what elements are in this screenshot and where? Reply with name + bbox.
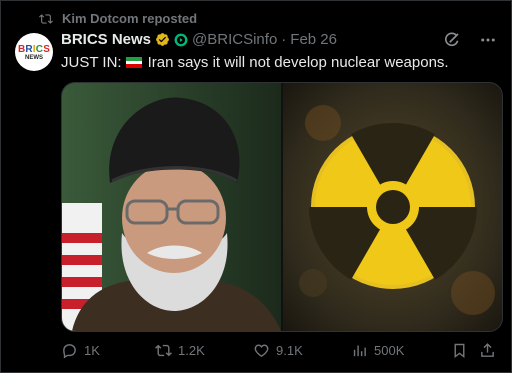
like-count: 9.1K [276, 343, 303, 358]
avatar[interactable]: BRICS NEWS [15, 33, 53, 71]
reply-count: 1K [84, 343, 100, 358]
share-button[interactable] [479, 342, 499, 359]
repost-button[interactable]: 1.2K [155, 342, 253, 359]
header-actions [443, 31, 497, 49]
portrait-image [62, 83, 281, 331]
views-button[interactable]: 500K [351, 342, 451, 359]
heart-icon [254, 344, 269, 358]
iran-flag-icon [125, 57, 142, 68]
tweet-card[interactable]: Kim Dotcom reposted BRICS NEWS BRICS New… [0, 0, 512, 373]
more-options-icon[interactable] [479, 31, 497, 49]
affiliate-badge-icon[interactable] [174, 33, 188, 47]
repost-indicator[interactable]: Kim Dotcom reposted [39, 11, 197, 26]
author-name[interactable]: BRICS News [61, 31, 151, 48]
share-icon [481, 343, 494, 357]
repost-action-icon [155, 344, 172, 357]
views-chart-icon [353, 345, 366, 357]
verified-badge-icon[interactable] [155, 32, 170, 47]
radiation-symbol-icon [309, 122, 477, 289]
tweet-prefix: JUST IN: [61, 54, 122, 71]
avatar-logo-subtext: NEWS [25, 54, 43, 61]
radiation-image [283, 83, 502, 331]
tweet-header: BRICS News @BRICSinfo · Feb 26 [61, 31, 337, 48]
avatar-logo-text: BRICS [17, 43, 51, 55]
tweet-date[interactable]: Feb 26 [290, 31, 337, 48]
bookmark-button[interactable] [451, 342, 479, 359]
tweet-actions: 1K 1.2K 9.1K 500K [61, 342, 501, 359]
tweet-body: Iran says it will not develop nuclear we… [147, 54, 449, 71]
reply-icon [63, 344, 76, 359]
reply-button[interactable]: 1K [61, 342, 155, 359]
media-portrait[interactable] [62, 83, 281, 331]
separator-dot: · [281, 31, 287, 48]
repost-count: 1.2K [178, 343, 205, 358]
views-count: 500K [374, 343, 405, 358]
repost-text: Kim Dotcom reposted [62, 11, 198, 26]
tweet-media[interactable] [61, 82, 503, 332]
author-handle[interactable]: @BRICSinfo [192, 31, 277, 48]
repost-icon [39, 13, 53, 24]
media-radiation[interactable] [283, 83, 502, 331]
grok-icon[interactable] [443, 31, 461, 49]
like-button[interactable]: 9.1K [253, 342, 351, 359]
tweet-text: JUST IN: Iran says it will not develop n… [61, 54, 449, 71]
bookmark-icon [454, 343, 465, 358]
